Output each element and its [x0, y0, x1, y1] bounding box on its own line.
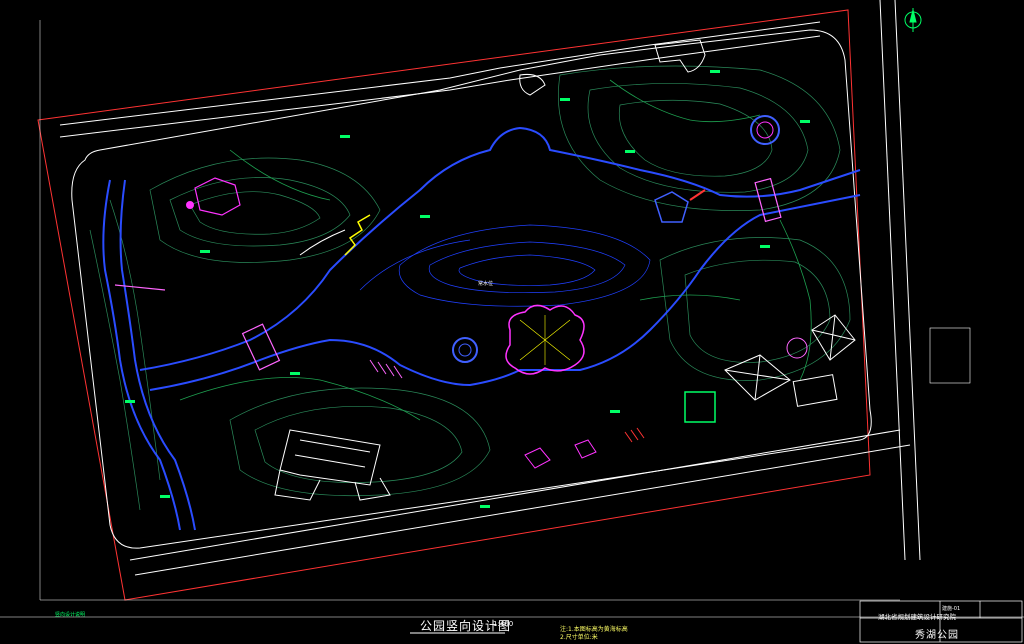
pavilion-marker	[186, 201, 194, 209]
note-line-2: 2.尺寸单位:米	[560, 634, 598, 641]
note-line-1: 注:1.本图标高为黄海标高	[560, 626, 628, 633]
side-note: 竖向设计说明	[55, 612, 86, 618]
water-level-label: 常水位	[478, 281, 494, 287]
canvas-background	[0, 0, 1024, 644]
drawing-notes: 注:1.本图标高为黄海标高 2.尺寸单位:米	[560, 626, 628, 642]
cad-site-plan	[0, 0, 1024, 644]
title-block-company: 湖北省规划建筑设计研究院	[878, 613, 956, 621]
title-block-drawing-name: 秀湖公园	[915, 630, 959, 641]
title-block-drawing-no: 建施-01	[942, 606, 961, 612]
drawing-scale: 1:400	[493, 620, 514, 628]
